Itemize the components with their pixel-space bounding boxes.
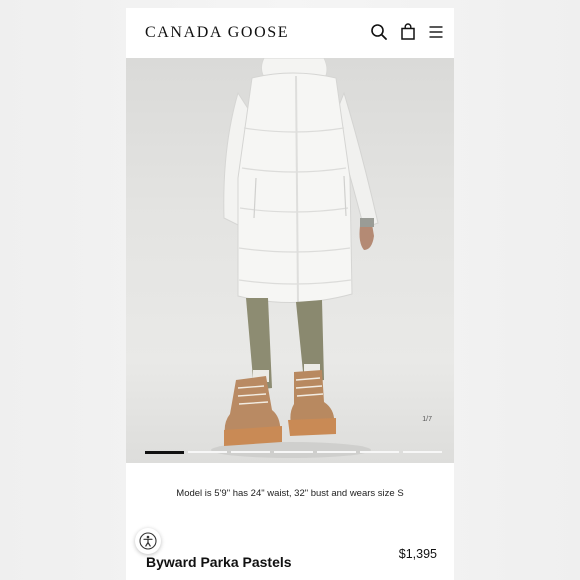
accessibility-icon: [139, 532, 157, 550]
pagination-dot[interactable]: [145, 451, 184, 454]
pagination-dot[interactable]: [317, 451, 356, 453]
search-icon[interactable]: [369, 22, 389, 42]
parka-photo: [211, 58, 379, 458]
pagination-dot[interactable]: [231, 451, 270, 453]
slide-counter: 1/7: [422, 416, 432, 423]
pagination-dot[interactable]: [274, 451, 313, 453]
product-page: CANADA GOOSE 1/7 Model is 5'9" has 24" w…: [126, 8, 454, 580]
screenshot-frame: CANADA GOOSE 1/7 Model is 5'9" has 24" w…: [0, 0, 580, 580]
brand-logo[interactable]: CANADA GOOSE: [145, 24, 289, 42]
pagination-dot[interactable]: [360, 451, 399, 453]
product-image[interactable]: 1/7: [126, 58, 454, 463]
site-header: CANADA GOOSE: [126, 8, 454, 58]
product-price: $1,395: [398, 547, 437, 561]
model-info-caption: Model is 5'9" has 24" waist, 32" bust an…: [176, 488, 404, 499]
accessibility-button[interactable]: [135, 528, 161, 554]
pagination-dot[interactable]: [403, 451, 442, 453]
menu-icon[interactable]: [426, 22, 446, 42]
shopping-bag-icon[interactable]: [398, 22, 418, 42]
pagination-dot[interactable]: [188, 451, 227, 453]
product-title: Byward Parka Pastels: [146, 554, 292, 570]
gallery-pagination: [145, 451, 442, 454]
